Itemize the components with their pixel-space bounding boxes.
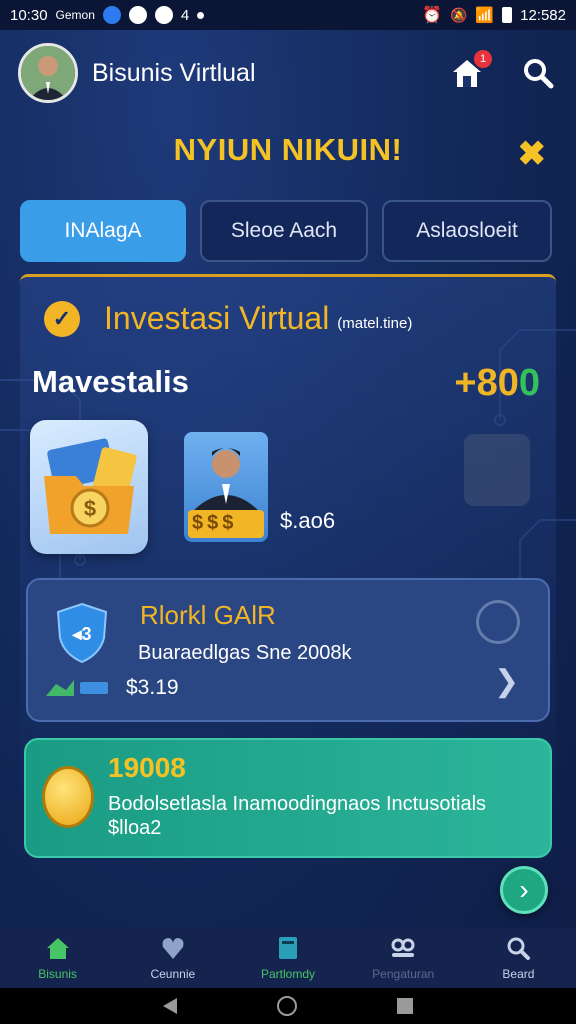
recents-icon[interactable] [397, 998, 413, 1014]
tab-1[interactable]: Sleoe Aach [200, 200, 368, 262]
investor-card[interactable]: $$$ [184, 432, 268, 542]
timer-icon [476, 600, 520, 644]
risk-title: Rlorkl GAlR [140, 600, 276, 630]
status-time-right: 12:582 [520, 6, 566, 24]
status-number: 4 [180, 6, 190, 24]
tab-label: Aslaosloeit [416, 219, 518, 242]
browser-icon [102, 6, 121, 24]
page-title: NYIUN NIKUIN! [173, 132, 403, 167]
amount-prefix: +80 [454, 362, 519, 404]
risk-value: $3.19 [126, 676, 179, 699]
tab-bar: INAlagA Sleoe Aach Aslaosloeit [20, 200, 554, 262]
chevron-right-icon: › [519, 874, 529, 905]
status-carrier: Gemon [55, 8, 95, 22]
nav-item-ceunnie[interactable]: Ceunnie [115, 928, 230, 988]
coin-icon [42, 766, 94, 828]
tab-2[interactable]: Aslaosloeit [382, 200, 552, 262]
cash-icon [46, 680, 108, 696]
reward-text: Bodolsetlasla Inamoodingnaos Inctusotial… [108, 793, 487, 839]
book-icon [279, 937, 297, 959]
nav-label: Pengaturan [372, 967, 435, 981]
investor-price: $.ao6 [280, 508, 336, 533]
risk-subtitle: Buaraedlgas Sne 2008k [138, 642, 352, 664]
svg-text:$: $ [84, 496, 96, 521]
alarm-icon: ⏰ [422, 7, 442, 24]
svg-text:◂3: ◂3 [71, 624, 91, 644]
app-title: Bisunis Virtlual [92, 58, 256, 87]
home-circle-icon[interactable] [277, 996, 297, 1016]
nav-label: Ceunnie [150, 967, 196, 981]
tab-label: INAlagA [64, 219, 142, 242]
home-button[interactable]: 1 [450, 50, 492, 90]
nav-item-partlomdy[interactable]: Partlomdy [230, 928, 345, 988]
nav-label: Beard [502, 967, 535, 981]
portfolio-amount: +800 [454, 362, 540, 405]
title-row: NYIUN NIKUIN! ✖ [0, 130, 576, 174]
home-icon [46, 938, 69, 959]
tab-label: Sleoe Aach [230, 219, 338, 242]
nav-item-beard[interactable]: Beard [461, 928, 576, 988]
notification-badge: 1 [474, 50, 492, 68]
reward-amount: 19008 [108, 752, 186, 783]
investasi-title: Investasi Virtual [104, 300, 330, 336]
tab-0[interactable]: INAlagA [20, 200, 186, 262]
cash-register-icon [464, 434, 530, 506]
header: Bisunis Virtlual 1 [18, 40, 558, 106]
system-nav-bar [0, 988, 576, 1024]
bottom-nav: Bisunis Ceunnie Partlomdy Pengaturan Bea… [0, 928, 576, 988]
nav-label: Bisunis [38, 967, 77, 981]
close-icon[interactable]: ✖ [518, 134, 547, 174]
mute-icon: 🔕 [449, 6, 468, 23]
search-icon[interactable] [522, 57, 554, 89]
clock-icon [154, 6, 173, 24]
check-icon: ✓ [44, 300, 80, 337]
nav-label: Partlomdy [260, 967, 316, 981]
investasi-header: ✓ Investasi Virtual (matel.tine) [44, 300, 412, 337]
avatar-person-icon [21, 46, 75, 100]
status-time: 10:30 [10, 6, 48, 24]
portfolio-label: Mavestalis [32, 364, 189, 399]
people-icon [391, 938, 415, 957]
back-icon[interactable] [163, 998, 177, 1014]
next-button[interactable]: › [500, 866, 548, 914]
face-icon [128, 6, 147, 24]
wifi-icon: 📶 [475, 7, 495, 24]
search-icon [507, 937, 531, 960]
folder-card[interactable]: $ [30, 420, 148, 554]
nav-item-pengaturan[interactable]: Pengaturan [346, 928, 461, 988]
nav-item-bisunis[interactable]: Bisunis [0, 928, 115, 988]
coins-label: $$$ [192, 512, 238, 534]
amount-suffix: 0 [518, 362, 540, 404]
heart-icon [162, 938, 184, 959]
money-folder-icon: $ [44, 438, 137, 534]
chevron-right-icon[interactable]: ❯ [494, 664, 519, 699]
shield-icon: ◂3 [56, 602, 108, 664]
status-bar: 10:30 Gemon 4 ⏰ 🔕 📶 12:582 [0, 0, 576, 30]
investasi-subtitle: (matel.tine) [337, 315, 413, 332]
avatar[interactable] [18, 43, 78, 103]
battery-icon [502, 7, 513, 23]
dot-icon [197, 11, 205, 19]
